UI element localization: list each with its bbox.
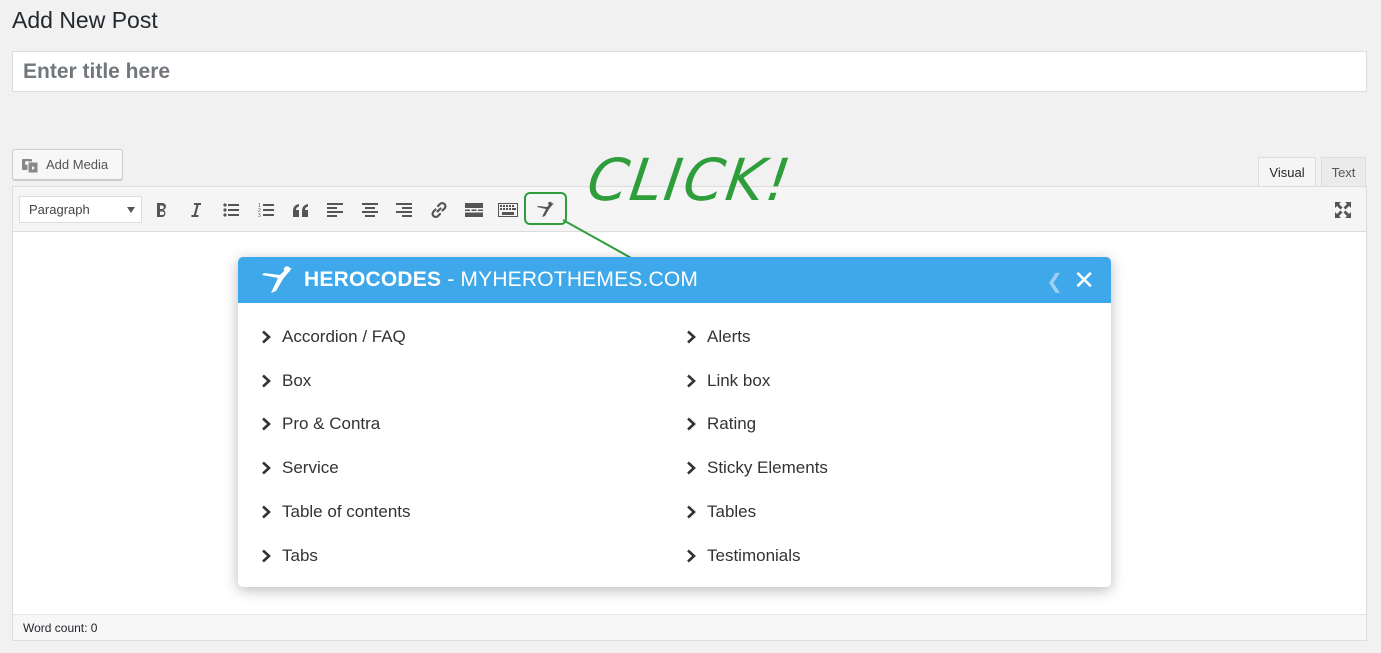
blockquote-icon <box>292 203 308 217</box>
link-icon <box>431 201 447 219</box>
shortcode-item[interactable]: Rating <box>684 403 1109 447</box>
align-left-button[interactable] <box>322 197 348 223</box>
blockquote-button[interactable] <box>288 197 314 223</box>
chevron-right-icon <box>687 549 696 563</box>
shortcode-item[interactable]: Box <box>259 359 684 403</box>
shortcode-item[interactable]: Service <box>259 446 684 490</box>
chevron-right-icon <box>262 374 271 388</box>
numbered-list-icon: 123 <box>258 203 274 218</box>
align-right-icon <box>396 203 412 217</box>
italic-button[interactable] <box>183 197 209 223</box>
numbered-list-button[interactable]: 123 <box>253 197 279 223</box>
svg-text:3: 3 <box>258 213 261 218</box>
shortcode-item[interactable]: Sticky Elements <box>684 446 1109 490</box>
shortcode-item[interactable]: Tables <box>684 490 1109 534</box>
shortcode-item-label: Testimonials <box>707 545 801 565</box>
shortcode-item[interactable]: Tabs <box>259 534 684 578</box>
chevron-right-icon <box>687 418 696 431</box>
format-select[interactable]: Paragraph <box>19 196 142 223</box>
caret-down-icon <box>127 207 135 213</box>
chevron-right-icon <box>262 549 271 563</box>
shortcode-item-label: Service <box>282 458 339 478</box>
bullet-list-icon <box>223 203 239 217</box>
shortcode-item[interactable]: Link box <box>684 359 1109 403</box>
shortcode-item-label: Box <box>282 370 312 390</box>
media-icon <box>21 156 39 174</box>
align-left-icon <box>327 203 343 217</box>
chevron-right-icon <box>687 461 696 475</box>
bullet-list-button[interactable] <box>218 197 244 223</box>
shortcode-item-label: Accordion / FAQ <box>282 326 406 346</box>
herocodes-logo-icon <box>262 266 292 293</box>
chevron-right-icon <box>262 461 271 475</box>
chevron-right-icon <box>262 330 271 344</box>
popup-brand: HEROCODES <box>304 268 442 291</box>
chevron-right-icon <box>262 418 271 431</box>
fullscreen-button[interactable] <box>1330 197 1356 223</box>
align-center-icon <box>362 203 378 217</box>
shortcode-item[interactable]: Pro & Contra <box>259 403 684 447</box>
add-media-button[interactable]: Add Media <box>12 149 123 180</box>
herocodes-highlight <box>524 192 567 225</box>
shortcode-item[interactable]: Accordion / FAQ <box>259 315 684 359</box>
read-more-button[interactable] <box>461 197 487 223</box>
chevron-right-icon <box>687 330 696 344</box>
popup-header: HEROCODES - MYHEROTHEMES.COM ❮ ✕ <box>238 257 1111 303</box>
page-title: Add New Post <box>12 7 158 33</box>
shortcode-item[interactable]: Alerts <box>684 315 1109 359</box>
shortcode-item-label: Rating <box>707 414 757 434</box>
close-icon[interactable]: ✕ <box>1073 265 1095 296</box>
read-more-icon <box>465 203 483 217</box>
post-title-input[interactable] <box>12 51 1367 92</box>
click-annotation: CLICK! <box>583 146 797 214</box>
shortcode-item-label: Sticky Elements <box>707 458 828 478</box>
chevron-right-icon <box>687 505 696 519</box>
shortcode-item-label: Tabs <box>282 545 318 565</box>
align-center-button[interactable] <box>357 197 383 223</box>
add-media-label: Add Media <box>46 157 109 172</box>
italic-icon <box>191 203 201 217</box>
shortcode-item-label: Link box <box>707 370 771 390</box>
chevron-left-icon[interactable]: ❮ <box>1046 269 1063 294</box>
tab-text[interactable]: Text <box>1321 157 1366 187</box>
format-select-value: Paragraph <box>29 202 90 217</box>
popup-separator: - <box>441 268 461 291</box>
fullscreen-icon <box>1335 202 1351 218</box>
herocodes-popup: HEROCODES - MYHEROTHEMES.COM ❮ ✕ Accordi… <box>238 257 1111 587</box>
tab-visual[interactable]: Visual <box>1258 157 1316 187</box>
popup-title: HEROCODES - MYHEROTHEMES.COM <box>304 268 698 292</box>
shortcode-item[interactable]: Testimonials <box>684 534 1109 578</box>
shortcode-list: Accordion / FAQ Alerts Box Link box Pro … <box>238 303 1111 578</box>
shortcode-item-label: Tables <box>707 502 757 522</box>
link-button[interactable] <box>426 197 452 223</box>
bold-button[interactable] <box>149 197 175 223</box>
popup-site: MYHEROTHEMES.COM <box>460 268 699 291</box>
chevron-right-icon <box>687 374 696 388</box>
bold-icon <box>157 203 166 217</box>
shortcode-item-label: Alerts <box>707 326 751 346</box>
shortcode-item-label: Table of contents <box>282 502 411 522</box>
chevron-right-icon <box>262 505 271 519</box>
shortcode-item-label: Pro & Contra <box>282 414 381 434</box>
align-right-button[interactable] <box>391 197 417 223</box>
toolbar-toggle-icon <box>498 203 518 217</box>
shortcode-item[interactable]: Table of contents <box>259 490 684 534</box>
word-count: Word count: 0 <box>13 614 1366 640</box>
toolbar-toggle-button[interactable] <box>495 197 521 223</box>
